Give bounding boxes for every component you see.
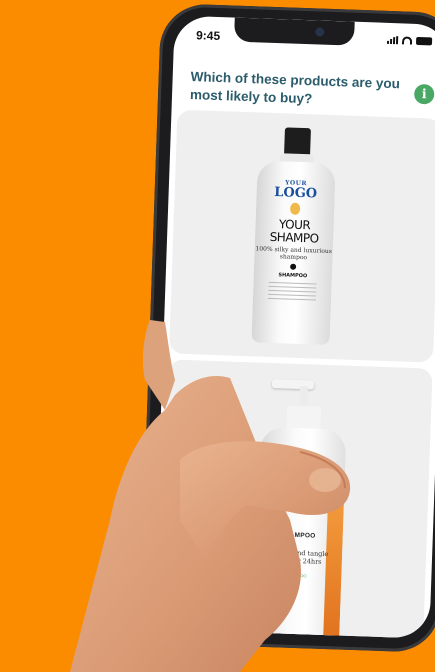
label-small: SHAMPOO <box>278 272 308 280</box>
label-subtitle: 100% silky and luxurious shampoo <box>255 245 333 262</box>
bottle-cap <box>284 127 311 157</box>
label-small: SHAMPOO <box>286 572 307 579</box>
phone-screen: 9:45 Which of these products are you mos… <box>153 15 435 639</box>
label-shampoo: SHAMPOO <box>279 531 316 540</box>
label-heading-2: SHAMPO <box>269 229 319 246</box>
bottle-2-label: SHAMPOO Smooth and tangle free hair 24hr… <box>261 531 333 579</box>
label-description: Smooth and tangle free hair 24hrs <box>265 547 329 566</box>
info-icon[interactable]: i <box>413 83 435 105</box>
green-stripe <box>253 566 268 637</box>
survey-question: Which of these products are you most lik… <box>189 69 401 107</box>
battery-icon <box>415 36 433 46</box>
drop-icon <box>289 202 301 215</box>
shampoo-bottle-1: YOUR LOGO YOUR SHAMPO 100% silky and lux… <box>251 160 336 346</box>
label-logo: LOGO <box>273 185 318 202</box>
shampoo-bottle-2: SHAMPOO Smooth and tangle free hair 24hr… <box>252 426 347 639</box>
product-option-1[interactable]: YOUR LOGO YOUR SHAMPO 100% silky and lux… <box>169 109 435 363</box>
signal-icon <box>386 36 399 45</box>
wifi-icon <box>401 36 413 45</box>
notch <box>233 17 355 46</box>
camera-icon <box>315 27 325 37</box>
label-dot <box>290 263 297 270</box>
status-time: 9:45 <box>195 28 221 44</box>
product-option-2[interactable]: SHAMPOO Smooth and tangle free hair 24hr… <box>158 359 433 639</box>
photo-scene: 9:45 Which of these products are you mos… <box>0 0 435 672</box>
label-fine-print <box>267 281 317 301</box>
phone-frame: 9:45 Which of these products are you mos… <box>138 2 435 654</box>
status-icons <box>386 36 433 46</box>
pump-stem <box>299 386 308 409</box>
